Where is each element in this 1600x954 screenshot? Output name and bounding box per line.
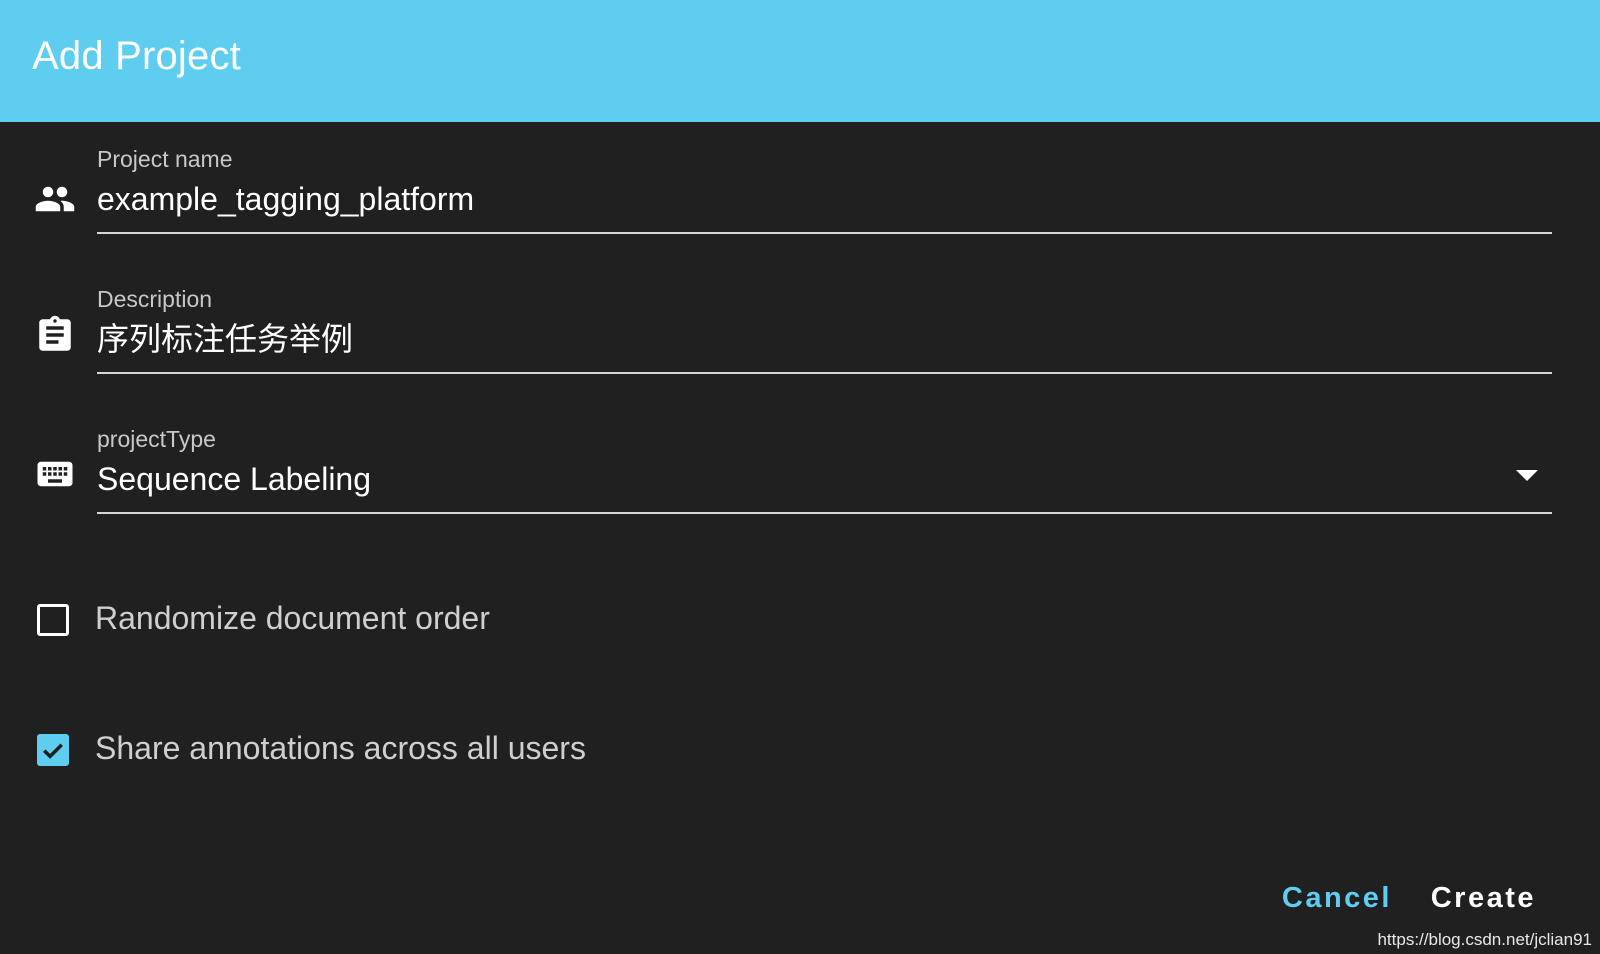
watermark-url: https://blog.csdn.net/jclian91 [1377,930,1592,949]
clipboard-icon [39,315,71,351]
randomize-checkbox[interactable] [37,604,69,636]
project-name-row: Project name [0,146,1600,256]
project-name-underline [97,232,1552,234]
dialog-actions: Cancel Create https://blog.csdn.net/jcli… [1000,864,1600,954]
description-field: Description [97,286,1552,386]
randomize-label[interactable]: Randomize document order [95,600,490,637]
project-name-label: Project name [97,146,233,172]
project-name-field: Project name [97,146,1552,246]
description-input[interactable] [97,316,1497,362]
project-type-label: projectType [97,426,216,452]
project-type-select[interactable]: projectType Sequence Labeling [97,426,1552,526]
share-annotations-checkbox[interactable] [37,734,69,766]
share-annotations-label[interactable]: Share annotations across all users [95,730,586,767]
create-button[interactable]: Create [1431,882,1536,915]
description-label: Description [97,286,213,312]
dialog-header: Add Project [0,0,1600,122]
checkmark-icon [43,743,63,759]
share-annotations-option[interactable]: Share annotations across all users [0,722,1600,782]
description-underline [97,372,1552,374]
project-type-underline [97,512,1552,514]
randomize-option[interactable]: Randomize document order [0,592,1600,652]
keyboard-icon [37,461,73,487]
project-name-input[interactable] [97,176,1497,222]
people-icon [35,186,75,212]
description-row: Description [0,286,1600,396]
add-project-dialog: Add Project Project name Description pro… [0,0,1600,954]
project-type-row: projectType Sequence Labeling [0,426,1600,536]
dialog-title: Add Project [32,34,241,78]
cancel-button[interactable]: Cancel [1282,882,1392,915]
dropdown-arrow-icon[interactable] [1516,470,1538,481]
project-type-selected-value[interactable]: Sequence Labeling [97,456,1497,502]
